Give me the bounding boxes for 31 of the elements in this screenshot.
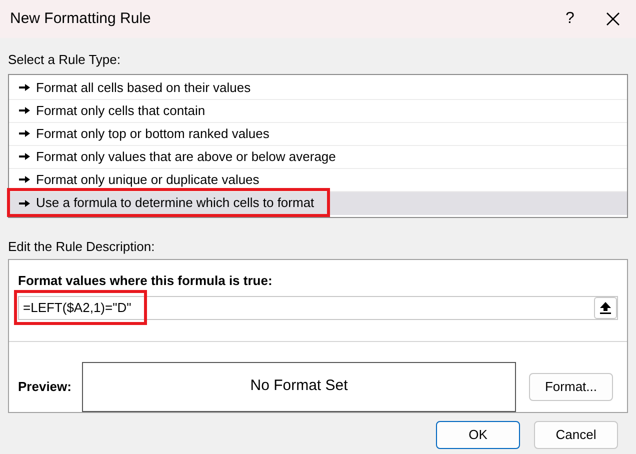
pointer-icon <box>19 84 30 91</box>
pointer-icon <box>19 107 30 114</box>
rule-type-item[interactable]: Format only top or bottom ranked values <box>9 122 627 146</box>
format-button[interactable]: Format... <box>529 372 613 400</box>
section-label: Select a Rule Type: <box>8 51 122 69</box>
upload-arrow-icon <box>600 302 611 314</box>
close-icon <box>606 12 620 26</box>
collapse-button[interactable] <box>594 296 617 318</box>
formula-label: Format values where this formula is true: <box>18 272 274 290</box>
dialog-button[interactable]: OK <box>436 421 520 449</box>
rule-type-label: Format only values that are above or below average <box>36 148 336 166</box>
pointer-icon <box>19 176 30 183</box>
rule-type-label: Format all cells based on their values <box>36 78 251 97</box>
rule-type-label: Format only cells that contain <box>36 102 206 120</box>
preview-label: Preview: <box>18 378 72 396</box>
rule-type-item[interactable]: Format only cells that contain <box>9 100 627 122</box>
formula-value: =LEFT($A2,1)="D" <box>23 298 132 317</box>
formula-field[interactable]: =LEFT($A2,1)="D" <box>18 296 618 320</box>
pointer-icon <box>19 200 30 206</box>
pointer-icon <box>19 153 30 160</box>
preview-box: No Format Set <box>82 362 516 412</box>
help-button[interactable]: ? <box>550 0 590 38</box>
window-title: New Formatting Rule <box>10 8 152 29</box>
rule-type-item[interactable]: Format only values that are above or below average <box>9 146 627 168</box>
rule-type-label: Format only top or bottom ranked values <box>36 124 270 143</box>
rule-type-label: Use a formula to determine which cells to format <box>36 194 314 212</box>
dialog-button[interactable]: Cancel <box>534 421 618 449</box>
section-label: Edit the Rule Description: <box>8 238 156 256</box>
rule-type-item[interactable]: Use a formula to determine which cells to format <box>9 192 627 214</box>
rule-type-label: Format only unique or duplicate values <box>36 170 260 189</box>
pointer-icon <box>19 130 30 137</box>
